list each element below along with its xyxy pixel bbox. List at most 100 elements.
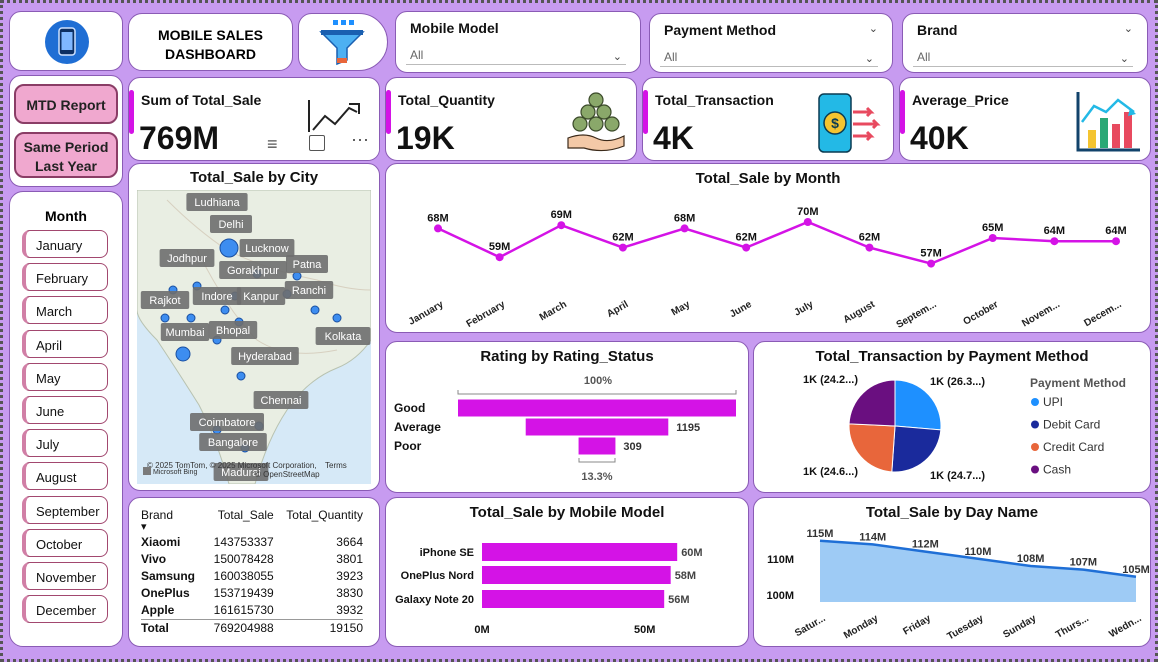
- month-item[interactable]: October: [22, 528, 108, 557]
- city-label[interactable]: Gorakhpur: [219, 261, 287, 279]
- city-label[interactable]: Jodhpur: [159, 249, 215, 267]
- city-label[interactable]: Chennai: [253, 391, 309, 409]
- payment-method-slicer[interactable]: Payment Method ⌄ All ⌄: [649, 13, 893, 73]
- city-label[interactable]: Rajkot: [140, 291, 190, 309]
- chevron-down-icon[interactable]: ⌄: [869, 22, 878, 35]
- pie-slice[interactable]: [848, 423, 896, 473]
- funnel-bar[interactable]: [578, 437, 616, 455]
- filter-lines-icon[interactable]: ≡: [267, 134, 278, 155]
- map-bubble[interactable]: [175, 346, 191, 362]
- pie-chart[interactable]: 1K (26.3...) 1K (24.7...) 1K (24.6...) 1K (…: [754, 362, 1151, 492]
- city-map-visual[interactable]: Total_Sale by City Ludhiana Delhi Lucknow J…: [128, 163, 380, 491]
- funnel-bar[interactable]: [525, 418, 669, 436]
- city-label[interactable]: Mumbai: [160, 323, 210, 341]
- month-item[interactable]: September: [22, 495, 108, 524]
- city-label[interactable]: Ranchi: [284, 281, 334, 299]
- table-total-row[interactable]: Total 769204988 19150: [141, 619, 363, 638]
- bar[interactable]: [482, 566, 671, 584]
- table-row[interactable]: OnePlus 153719439 3830: [141, 585, 363, 602]
- city-label[interactable]: Kanpur: [236, 287, 286, 305]
- city-label[interactable]: Indore: [192, 287, 242, 305]
- model-bar-chart[interactable]: iPhone SE 60M OnePlus Nord 58M Galaxy Note 2…: [386, 520, 749, 646]
- same-period-last-year-button[interactable]: Same Period Last Year: [14, 132, 118, 178]
- data-point[interactable]: [865, 243, 874, 252]
- map-bubble[interactable]: [292, 271, 302, 281]
- india-map[interactable]: Ludhiana Delhi Lucknow Jodhpur Gorakhpur Patn…: [137, 190, 371, 484]
- map-bubble[interactable]: [160, 313, 170, 323]
- city-label[interactable]: Ludhiana: [186, 193, 248, 211]
- brand-table-visual[interactable]: Brand ▾ Total_Sale Total_Quantity Xiaomi 143…: [128, 497, 380, 647]
- data-point[interactable]: [742, 243, 751, 252]
- payment-method-visual[interactable]: Total_Transaction by Payment Method 1K (…: [753, 341, 1151, 493]
- filter-icon-tile[interactable]: [298, 13, 388, 71]
- sales-by-month-visual[interactable]: Total_Sale by Month 68M January 59M Februar…: [385, 163, 1151, 333]
- city-label[interactable]: Delhi: [210, 215, 252, 233]
- column-header[interactable]: Total_Sale: [204, 508, 274, 534]
- table-row[interactable]: Apple 161615730 3932: [141, 602, 363, 620]
- sales-by-day-visual[interactable]: Total_Sale by Day Name 115M Satur... 114M M…: [753, 497, 1151, 647]
- sales-by-model-visual[interactable]: Total_Sale by Mobile Model iPhone SE 60M O…: [385, 497, 749, 647]
- data-point[interactable]: [495, 253, 504, 262]
- city-label[interactable]: Patna: [286, 255, 328, 273]
- map-bubble[interactable]: [186, 313, 196, 323]
- city-label[interactable]: Lucknow: [239, 239, 295, 257]
- brand-table[interactable]: Brand ▾ Total_Sale Total_Quantity Xiaomi 143…: [141, 508, 363, 637]
- slicer-value[interactable]: All: [917, 50, 930, 64]
- slicer-value[interactable]: All: [664, 50, 677, 64]
- pie-slice[interactable]: [848, 379, 896, 427]
- funnel-bar[interactable]: [458, 399, 736, 417]
- line-chart[interactable]: 68M January 59M February 69M March 62M April 68M…: [386, 182, 1151, 332]
- month-item[interactable]: August: [22, 462, 108, 491]
- map-terms-link[interactable]: Terms: [325, 461, 347, 470]
- table-row[interactable]: Vivo 150078428 3801: [141, 551, 363, 568]
- legend-label[interactable]: Cash: [1043, 463, 1071, 477]
- sort-descending-icon[interactable]: ▾: [141, 520, 147, 533]
- data-point[interactable]: [803, 218, 812, 226]
- chevron-down-icon[interactable]: ⌄: [1124, 22, 1133, 35]
- slicer-value[interactable]: All: [410, 48, 423, 62]
- rating-funnel-chart[interactable]: 100% Good Average 1195 Poor 309 13.3%: [386, 362, 749, 492]
- legend-label[interactable]: Credit Card: [1043, 440, 1104, 454]
- month-item[interactable]: March: [22, 296, 108, 325]
- month-item[interactable]: February: [22, 263, 108, 292]
- map-bubble[interactable]: [220, 305, 230, 315]
- area-chart[interactable]: 115M Satur... 114M Monday 112M Friday 110M Tues…: [754, 518, 1151, 646]
- chevron-down-icon[interactable]: ⌄: [613, 50, 622, 63]
- data-point[interactable]: [680, 224, 689, 233]
- month-item[interactable]: April: [22, 329, 108, 358]
- city-label[interactable]: Kolkata: [315, 327, 371, 345]
- city-label[interactable]: Hyderabad: [231, 347, 299, 365]
- data-point[interactable]: [927, 259, 936, 268]
- pie-slice[interactable]: [891, 425, 942, 473]
- rating-visual[interactable]: Rating by Rating_Status 100% Good Average 1…: [385, 341, 749, 493]
- data-point[interactable]: [557, 221, 566, 230]
- month-item[interactable]: June: [22, 396, 108, 424]
- city-label[interactable]: Coimbatore: [190, 413, 264, 431]
- column-header[interactable]: Brand ▾: [141, 508, 204, 534]
- legend-label[interactable]: UPI: [1043, 395, 1063, 409]
- map-bubble[interactable]: [310, 305, 320, 315]
- data-point[interactable]: [1050, 237, 1059, 246]
- brand-slicer[interactable]: Brand ⌄ All ⌄: [902, 13, 1148, 73]
- bar[interactable]: [482, 543, 678, 561]
- month-item[interactable]: December: [22, 595, 108, 624]
- month-item[interactable]: January: [22, 230, 108, 258]
- table-row[interactable]: Samsung 160038055 3923: [141, 568, 363, 585]
- month-item[interactable]: May: [22, 362, 108, 391]
- map-bubble[interactable]: [332, 313, 342, 323]
- city-label[interactable]: Bangalore: [199, 433, 267, 451]
- legend-label[interactable]: Debit Card: [1043, 418, 1100, 432]
- chevron-down-icon[interactable]: ⌄: [865, 52, 874, 65]
- data-point[interactable]: [988, 234, 997, 242]
- data-point[interactable]: [618, 243, 627, 252]
- column-header[interactable]: Total_Quantity: [274, 508, 363, 534]
- map-bubble[interactable]: [236, 371, 246, 381]
- month-item[interactable]: November: [22, 562, 108, 590]
- map-bubble[interactable]: [219, 238, 239, 258]
- month-item[interactable]: July: [22, 429, 108, 458]
- table-row[interactable]: Xiaomi 143753337 3664: [141, 534, 363, 551]
- chevron-down-icon[interactable]: ⌄: [1120, 52, 1129, 65]
- city-label[interactable]: Bhopal: [208, 321, 258, 339]
- bar[interactable]: [482, 590, 665, 608]
- focus-mode-icon[interactable]: [309, 135, 325, 151]
